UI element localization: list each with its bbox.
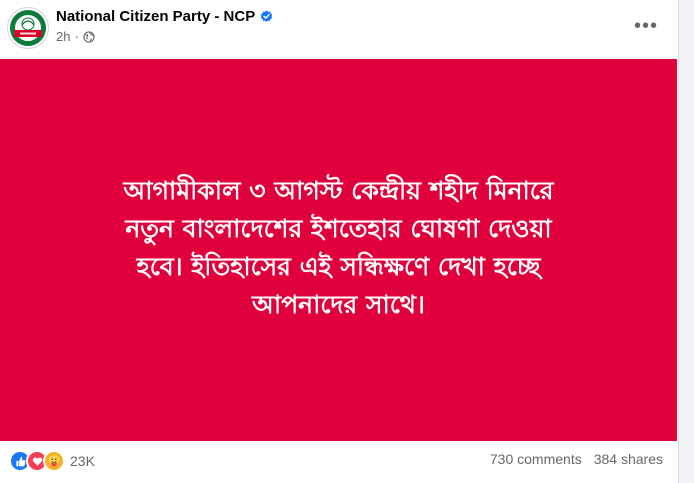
page-name-text[interactable]: National Citizen Party - NCP <box>56 8 255 25</box>
reaction-count[interactable]: 23K <box>70 453 95 469</box>
meta-separator: · <box>74 29 79 44</box>
post-text-line: হবে। ইতিহাসের এই সন্ধিক্ষণে দেখা হচ্ছে <box>136 252 541 281</box>
ncp-logo <box>9 9 47 47</box>
page-avatar[interactable] <box>7 7 49 49</box>
post-text-line: আগামীকাল ৩ আগস্ট কেন্দ্রীয় শহীদ মিনারে <box>123 176 554 205</box>
engagement-counts: 730 comments 384 shares <box>490 451 663 467</box>
post-text-line: আপনাদের সাথে। <box>252 290 425 319</box>
post-meta: 2h · <box>56 29 95 44</box>
verified-badge-icon <box>260 10 273 22</box>
post-card: National Citizen Party - NCP 2h · ••• আগ… <box>0 0 679 483</box>
shares-count[interactable]: 384 shares <box>594 451 663 467</box>
comments-count[interactable]: 730 comments <box>490 451 582 467</box>
more-options-icon: ••• <box>633 14 658 37</box>
post-text-line: নতুন বাংলাদেশের ইশতেহার ঘোষণা দেওয়া <box>125 214 552 243</box>
page-name[interactable]: National Citizen Party - NCP <box>56 8 273 25</box>
post-image[interactable]: আগামীকাল ৩ আগস্ট কেন্দ্রীয় শহীদ মিনারে … <box>0 59 677 441</box>
globe-icon <box>83 30 95 43</box>
post-footer: 23K 730 comments 384 shares <box>0 441 677 483</box>
reactions-summary[interactable]: 23K <box>9 450 95 472</box>
care-icon <box>43 450 65 472</box>
post-timestamp[interactable]: 2h <box>56 29 70 44</box>
post-image-text: আগামীকাল ৩ আগস্ট কেন্দ্রীয় শহীদ মিনারে … <box>20 172 657 324</box>
more-options-button[interactable]: ••• <box>630 14 662 38</box>
post-header: National Citizen Party - NCP 2h · ••• <box>0 0 678 56</box>
